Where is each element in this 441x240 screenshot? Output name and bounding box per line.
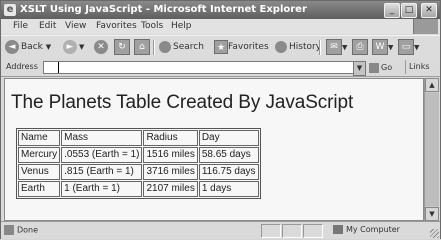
table-cell: Mercury (18, 147, 61, 163)
toolbar-separator (153, 40, 155, 55)
discuss-dropdown-icon: ▼ (414, 43, 420, 52)
history-button[interactable]: History (275, 39, 321, 56)
forward-arrow-icon: ► (63, 39, 77, 54)
table-cell: 58.65 days (198, 147, 259, 163)
address-bar: Address ▼ Go Links (1, 59, 440, 77)
vertical-scrollbar[interactable]: ▲ ▼ (424, 78, 439, 221)
menu-bar: File Edit View Favorites Tools Help (1, 19, 440, 34)
mail-button[interactable]: ✉ ▼ (326, 39, 347, 56)
scroll-down-button[interactable]: ▼ (425, 207, 439, 221)
history-icon (275, 40, 287, 53)
back-button[interactable]: ◄ Back ▼ (5, 39, 51, 56)
status-pane (261, 224, 281, 238)
back-arrow-icon: ◄ (5, 39, 19, 54)
ie-app-icon[interactable]: e (4, 4, 16, 16)
refresh-button[interactable]: ↻ (114, 39, 130, 56)
status-pane (282, 224, 302, 238)
home-button[interactable]: ⌂ (134, 39, 150, 56)
search-icon (159, 40, 171, 53)
word-edit-icon: W (372, 39, 388, 55)
header-cell: Mass (61, 130, 143, 146)
status-bar: Done My Computer (1, 221, 440, 239)
address-input[interactable] (43, 61, 355, 74)
print-icon: ⎙ (352, 39, 368, 55)
maximize-button[interactable]: □ (401, 3, 417, 18)
print-button[interactable]: ⎙ (352, 39, 368, 56)
mail-dropdown-icon: ▼ (342, 43, 348, 52)
window-title: XSLT Using JavaScript - Microsoft Intern… (20, 4, 307, 15)
address-text-cursor (58, 62, 59, 73)
table-cell: .815 (Earth = 1) (61, 164, 143, 180)
links-button[interactable]: Links (405, 60, 433, 74)
toolbar-separator (319, 40, 321, 55)
windows-logo-icon (413, 19, 438, 34)
back-dropdown-icon: ▼ (45, 43, 52, 51)
go-button[interactable]: Go (369, 61, 392, 74)
scroll-up-button[interactable]: ▲ (425, 78, 439, 92)
edit-dropdown-icon: ▼ (388, 43, 394, 52)
table-cell: 3716 miles (143, 164, 198, 180)
stop-button[interactable]: ✕ (94, 39, 110, 56)
home-icon: ⌂ (134, 39, 150, 55)
table-row: Earth 1 (Earth = 1) 2107 miles 1 days (18, 181, 259, 197)
header-cell: Day (198, 130, 259, 146)
back-label: Back (21, 42, 43, 52)
menu-edit[interactable]: Edit (39, 19, 56, 34)
stop-icon: ✕ (94, 39, 108, 54)
table-cell: 116.75 days (198, 164, 259, 180)
table-cell: .0553 (Earth = 1) (61, 147, 143, 163)
table-cell: Earth (18, 181, 61, 197)
scroll-track[interactable] (425, 93, 439, 206)
table-cell: 2107 miles (143, 181, 198, 197)
browser-window: e XSLT Using JavaScript - Microsoft Inte… (0, 0, 441, 239)
table-cell: 1 (Earth = 1) (61, 181, 143, 197)
search-button[interactable]: Search (159, 39, 204, 56)
close-button[interactable]: ✕ (421, 3, 437, 18)
zone-label: My Computer (346, 225, 400, 234)
discuss-button[interactable]: ▭ ▼ (398, 39, 419, 56)
menu-favorites[interactable]: Favorites (96, 19, 137, 34)
status-pane (303, 224, 323, 238)
address-label: Address (6, 62, 38, 71)
resize-grip[interactable] (430, 229, 439, 238)
table-row: Mercury .0553 (Earth = 1) 1516 miles 58.… (18, 147, 259, 163)
forward-button[interactable]: ► ▼ (63, 39, 84, 56)
discuss-icon: ▭ (398, 39, 414, 55)
favorites-label: Favorites (228, 42, 269, 52)
header-cell: Name (18, 130, 61, 146)
menu-file[interactable]: File (13, 19, 28, 34)
favorites-icon: ★ (214, 39, 228, 54)
mail-icon: ✉ (326, 39, 342, 55)
go-arrow-icon (369, 62, 379, 73)
table-cell: 1 days (198, 181, 259, 197)
minimize-button[interactable]: _ (384, 3, 400, 18)
go-label: Go (381, 63, 393, 72)
page-done-icon (4, 225, 14, 235)
history-label: History (289, 42, 322, 52)
table-cell: Venus (18, 164, 61, 180)
table-cell: 1516 miles (143, 147, 198, 163)
menu-view[interactable]: View (65, 19, 86, 34)
page-heading: The Planets Table Created By JavaScript (11, 92, 354, 113)
toolbar: ◄ Back ▼ ► ▼ ✕ ↻ ⌂ Search ★ Favorites Histo… (1, 35, 440, 60)
menu-tools[interactable]: Tools (141, 19, 163, 34)
menu-help[interactable]: Help (171, 19, 192, 34)
status-done-label: Done (17, 225, 39, 235)
favorites-button[interactable]: ★ Favorites (214, 39, 269, 56)
header-cell: Radius (143, 130, 198, 146)
page-content: The Planets Table Created By JavaScript … (4, 78, 424, 221)
refresh-icon: ↻ (114, 39, 130, 55)
forward-dropdown-icon: ▼ (79, 43, 85, 51)
status-text: Done (4, 225, 38, 235)
address-dropdown-button[interactable]: ▼ (353, 61, 366, 76)
planets-table: Name Mass Radius Day Mercury .0553 (Eart… (16, 128, 261, 199)
title-bar: e XSLT Using JavaScript - Microsoft Inte… (1, 1, 440, 19)
table-header-row: Name Mass Radius Day (18, 130, 259, 146)
edit-button[interactable]: W ▼ (372, 39, 393, 56)
my-computer-icon (333, 225, 343, 234)
table-row: Venus .815 (Earth = 1) 3716 miles 116.75… (18, 164, 259, 180)
search-label: Search (173, 42, 204, 52)
security-zone: My Computer (333, 225, 400, 234)
